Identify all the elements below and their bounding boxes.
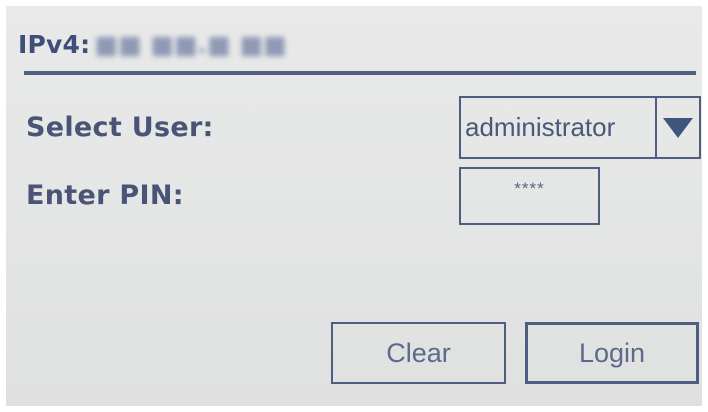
clear-button-label: Clear [386,337,451,368]
header: IPv4: ■■ ■■.■ ■■ [18,18,287,70]
login-screen: IPv4: ■■ ■■.■ ■■ Select User: administra… [6,6,702,406]
triangle-down-icon [663,117,693,138]
select-user-label: Select User: [26,112,214,143]
pin-masked-value: **** [514,179,545,198]
dropdown-button[interactable] [655,98,699,157]
pin-input[interactable]: **** [459,167,600,225]
header-divider [24,71,696,75]
user-select-value: administrator [465,112,616,142]
login-button-label: Login [578,337,646,368]
clear-button[interactable]: Clear [331,322,506,384]
user-select-dropdown[interactable]: administrator [459,96,701,159]
enter-pin-label: Enter PIN: [26,180,184,211]
ip-address-value: ■■ ■■.■ ■■ [94,29,287,59]
login-button[interactable]: Login [525,322,699,384]
ip-label: IPv4: [18,29,91,59]
